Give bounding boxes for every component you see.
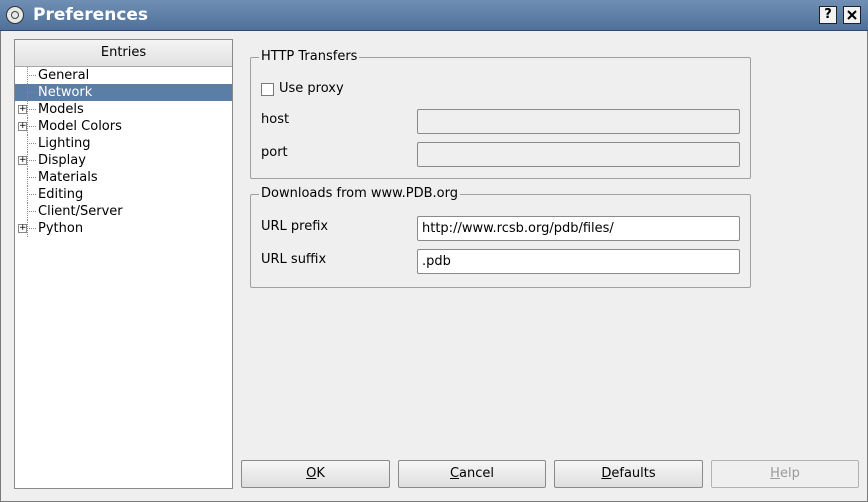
url-prefix-field[interactable]: http://www.rcsb.org/pdb/files/	[417, 216, 740, 241]
sidebar-item-label: Models	[38, 102, 84, 117]
host-label: host	[261, 112, 290, 127]
tree-connector	[27, 186, 36, 203]
sidebar-item-lighting[interactable]: Lighting	[15, 135, 232, 152]
help-button[interactable]: Help	[711, 460, 859, 488]
expand-icon[interactable]: +	[18, 224, 27, 233]
entries-tree: General Network + Models + Model Colors Lighti…	[15, 67, 232, 237]
sidebar-item-materials[interactable]: Materials	[15, 169, 232, 186]
tree-connector	[27, 118, 36, 135]
host-field[interactable]	[417, 109, 740, 134]
ok-button[interactable]: OK	[241, 460, 390, 488]
expand-icon[interactable]: +	[18, 105, 27, 114]
sidebar-item-label: Editing	[38, 187, 84, 202]
tree-connector	[27, 152, 36, 169]
expand-icon[interactable]: +	[18, 156, 27, 165]
sidebar-item-label: Model Colors	[38, 119, 122, 134]
sidebar-item-label: General	[38, 68, 90, 83]
tree-connector	[27, 67, 36, 84]
sidebar-item-label: Python	[38, 221, 84, 236]
url-suffix-label: URL suffix	[261, 252, 327, 267]
defaults-button[interactable]: Defaults	[554, 460, 703, 488]
use-proxy-checkbox[interactable]	[261, 83, 274, 96]
sidebar-item-model-colors[interactable]: + Model Colors	[15, 118, 232, 135]
sidebar-item-client-server[interactable]: Client/Server	[15, 203, 232, 220]
close-x-glyph	[847, 10, 857, 20]
port-field[interactable]	[417, 142, 740, 167]
sidebar-item-label: Lighting	[38, 136, 91, 151]
sidebar-item-label: Materials	[38, 170, 98, 185]
sidebar-item-network[interactable]: Network	[15, 84, 232, 101]
tree-connector	[27, 135, 36, 152]
tree-connector	[27, 169, 36, 186]
sidebar-item-editing[interactable]: Editing	[15, 186, 232, 203]
sidebar-item-label: Network	[38, 85, 93, 100]
app-icon	[6, 6, 24, 24]
tree-connector	[27, 101, 36, 118]
sidebar-item-display[interactable]: + Display	[15, 152, 232, 169]
defaults-accel: D	[601, 466, 612, 481]
expand-icon[interactable]: +	[18, 122, 27, 131]
sidebar-item-general[interactable]: General	[15, 67, 232, 84]
window-title: Preferences	[33, 5, 149, 25]
tree-connector	[27, 220, 36, 237]
ok-accel: O	[306, 466, 317, 481]
close-icon[interactable]	[843, 6, 861, 24]
tree-connector	[27, 84, 36, 101]
url-prefix-label: URL prefix	[261, 219, 329, 234]
tree-connector	[27, 203, 36, 220]
http-transfers-title: HTTP Transfers	[259, 49, 360, 64]
port-label: port	[261, 145, 288, 160]
sidebar-item-python[interactable]: + Python	[15, 220, 232, 237]
cancel-label: ancel	[459, 466, 495, 481]
sidebar-item-label: Client/Server	[38, 204, 123, 219]
defaults-label: efaults	[611, 466, 656, 481]
use-proxy-label: Use proxy	[279, 81, 344, 96]
title-bar[interactable]: Preferences ?	[0, 0, 868, 31]
help-label: elp	[779, 466, 800, 481]
help-title-button[interactable]: ?	[819, 6, 837, 24]
entries-header[interactable]: Entries	[15, 40, 232, 67]
cancel-accel: C	[449, 466, 460, 481]
cancel-button[interactable]: Cancel	[398, 460, 546, 488]
sidebar-item-models[interactable]: + Models	[15, 101, 232, 118]
url-suffix-field[interactable]: .pdb	[417, 249, 740, 274]
sidebar-item-label: Display	[38, 153, 86, 168]
pdb-downloads-title: Downloads from www.PDB.org	[259, 186, 460, 201]
help-accel: H	[770, 466, 780, 481]
entries-panel: Entries General Network + Models + Model Colo…	[14, 39, 233, 489]
ok-label: K	[316, 466, 325, 481]
